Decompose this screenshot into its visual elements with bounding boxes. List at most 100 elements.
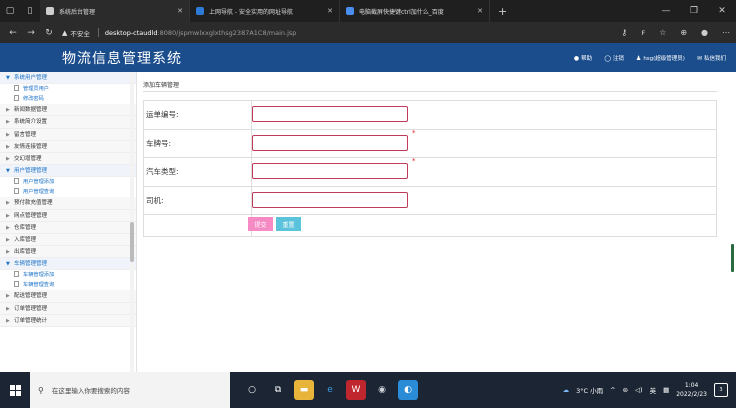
car-type-input[interactable] <box>252 163 408 179</box>
key-icon[interactable]: ⚷ <box>621 28 627 37</box>
sidebar-group[interactable]: ▶ 仓库管理 <box>0 221 136 234</box>
sidebar-item[interactable]: 车辆管理查询 <box>0 280 136 290</box>
sidebar-group[interactable]: ▼ 系统用户管理 <box>0 72 136 85</box>
window-controls: — ❐ ✕ <box>652 0 736 22</box>
user-icon: ♟ <box>635 54 642 62</box>
favorites-star-icon[interactable]: ☆ <box>659 28 666 37</box>
sidebar-item[interactable]: 修改密码 <box>0 94 136 104</box>
sidebar-item[interactable]: 用户管理添加 <box>0 177 136 187</box>
workspaces-icon[interactable]: ▢ <box>0 0 20 22</box>
app-icon[interactable]: ◉ <box>372 380 392 400</box>
sidebar-group-label: 系统用户管理 <box>14 75 48 81</box>
notification-icon[interactable]: 3 <box>714 383 728 397</box>
vehicle-form: 运单编号: 车牌号: * 汽车类型: * 司机: 提交 重置 <box>143 100 717 237</box>
forward-icon[interactable]: → <box>22 28 40 38</box>
sidebar-group[interactable]: ▶ 出库管理 <box>0 246 136 259</box>
sidebar-group[interactable]: ▶ 订单管理管理 <box>0 302 136 315</box>
browser-tab-strip: ▢ ▯ 系统后台管理 ✕ 上网导航 - 安全实用的网址导航 ✕ 电脑截屏快捷键c… <box>0 0 736 22</box>
sidebar-group[interactable]: ▶ 友情连接管理 <box>0 140 136 153</box>
weather-icon: ☁ <box>562 386 570 394</box>
form-button-row: 提交 重置 <box>144 215 717 237</box>
start-button[interactable] <box>0 372 30 408</box>
sidebar-group[interactable]: ▶ 新闻数据管理 <box>0 104 136 117</box>
cortana-icon[interactable]: ○ <box>242 380 262 400</box>
sidebar-group-label: 车辆管理管理 <box>14 261 48 268</box>
breadcrumb: 添加车辆管理 <box>143 80 717 92</box>
sidebar-group[interactable]: ▶ 入库管理 <box>0 233 136 247</box>
driver-input[interactable] <box>252 191 408 208</box>
form-row-waybill: 运单编号: <box>144 101 717 130</box>
form-row-driver: 司机: <box>144 186 717 215</box>
logout-label: 注销 <box>612 55 624 62</box>
search-favicon-icon <box>346 7 354 15</box>
collections-icon[interactable]: ⊕ <box>680 28 687 37</box>
edge-active-icon[interactable]: ◐ <box>398 380 418 400</box>
waybill-input[interactable] <box>252 106 408 122</box>
chevron-right-icon: ▶ <box>6 143 10 150</box>
new-tab-button[interactable]: + <box>490 5 515 18</box>
taskbar-search[interactable]: ⚲ 在这里输入你要搜索的内容 <box>30 372 230 408</box>
sidebar-group[interactable]: ▶ 网点管理管理 <box>0 209 136 222</box>
help-icon: ● <box>573 54 580 62</box>
sidebar-group-label: 订单管理管理 <box>14 305 48 312</box>
search-icon: ⚲ <box>38 385 44 395</box>
document-icon <box>14 281 19 288</box>
windows-taskbar: ⚲ 在这里输入你要搜索的内容 ○ ⧉ ▬ e W ◉ ◐ ☁ 3°C 小雨 ^ … <box>0 372 736 408</box>
url-field[interactable]: ▲ 不安全 desktop-ctaudld :8080/jspmwlxxglxt… <box>62 28 622 38</box>
profile-icon[interactable]: ● <box>701 28 708 37</box>
chevron-right-icon: ▶ <box>6 107 10 114</box>
chevron-right-icon: ▶ <box>6 317 10 324</box>
message-link[interactable]: ✉ 私信我们 <box>697 54 726 62</box>
task-view-icon[interactable]: ⧉ <box>268 380 288 400</box>
keyboard-icon[interactable]: ▦ <box>663 386 669 394</box>
sidebar-group-label: 网点管理管理 <box>14 212 48 219</box>
close-tab-icon[interactable]: ✕ <box>327 7 333 15</box>
volume-icon[interactable]: ◁) <box>635 386 643 394</box>
security-label: 不安全 <box>70 29 90 38</box>
tray-overflow-icon[interactable]: ^ <box>610 386 615 394</box>
close-tab-icon[interactable]: ✕ <box>177 7 183 15</box>
minimize-icon[interactable]: — <box>652 0 680 22</box>
plate-input[interactable] <box>252 134 408 151</box>
sidebar-group[interactable]: ▼ 用户管理管理 <box>0 165 136 178</box>
sidebar-group[interactable]: ▶ 交幻增管理 <box>0 152 136 166</box>
sidebar-item[interactable]: 车辆管理添加 <box>0 270 136 280</box>
chevron-right-icon: ▶ <box>6 119 10 126</box>
more-menu-icon[interactable]: ⋯ <box>722 28 730 37</box>
wps-icon[interactable]: W <box>346 380 366 400</box>
close-tab-icon[interactable]: ✕ <box>477 7 483 15</box>
browser-tab-search[interactable]: 电脑截屏快捷键ctrl加什么_百度 ✕ <box>340 0 490 22</box>
sidebar-group[interactable]: ▶ 配送管理管理 <box>0 290 136 303</box>
sidebar-item[interactable]: 管理员用户 <box>0 84 136 94</box>
edge-icon[interactable]: e <box>320 380 340 400</box>
sidebar-scrollbar[interactable] <box>130 72 134 372</box>
sidebar-item[interactable]: 用户管理查询 <box>0 187 136 197</box>
back-icon[interactable]: ← <box>4 28 22 38</box>
reload-icon[interactable]: ↻ <box>40 28 58 38</box>
sidebar-group[interactable]: ▼ 车辆管理管理 <box>0 258 136 271</box>
sidebar-group[interactable]: ▶ 系统简介设置 <box>0 116 136 129</box>
page-scroll-marker[interactable] <box>731 244 734 272</box>
message-label: 私信我们 <box>703 55 726 62</box>
ime-label[interactable]: 英 <box>650 385 657 395</box>
restore-icon[interactable]: ❐ <box>680 0 708 22</box>
tab-actions-icon[interactable]: ▯ <box>20 0 40 22</box>
sidebar-group[interactable]: ▶ 留言管理 <box>0 128 136 141</box>
network-icon[interactable]: ⊜ <box>623 386 628 394</box>
reset-button[interactable]: 重置 <box>276 217 301 231</box>
read-aloud-icon[interactable]: ꜰ <box>641 28 645 37</box>
weather-text[interactable]: 3°C 小雨 <box>576 385 603 395</box>
windows-logo-icon <box>9 384 21 396</box>
browser-tab-admin[interactable]: 系统后台管理 ✕ <box>40 0 190 22</box>
submit-button[interactable]: 提交 <box>248 217 273 231</box>
sidebar-group[interactable]: ▶ 预付款充值管理 <box>0 197 136 210</box>
close-window-icon[interactable]: ✕ <box>708 0 736 22</box>
help-link[interactable]: ● 帮助 <box>574 54 592 62</box>
file-explorer-icon[interactable]: ▬ <box>294 380 314 400</box>
user-link[interactable]: ♟ hsg(超级管理员) <box>636 54 685 62</box>
browser-tab-nav[interactable]: 上网导航 - 安全实用的网址导航 ✕ <box>190 0 340 22</box>
scrollbar-thumb[interactable] <box>130 222 134 262</box>
sidebar-group[interactable]: ▶ 订单管理统计 <box>0 314 136 327</box>
logout-link[interactable]: ◯ 注销 <box>604 54 624 62</box>
clock[interactable]: 1:04 2022/2/23 <box>676 381 707 399</box>
